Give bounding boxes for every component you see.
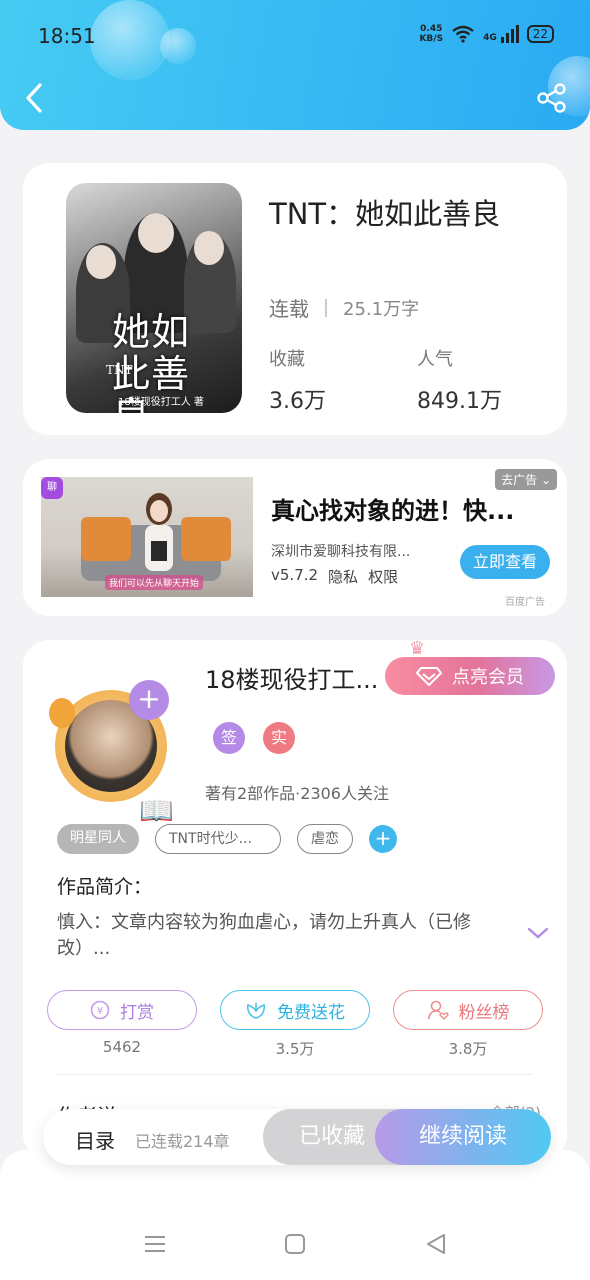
author-stats: 著有2部作品·2306人关注 bbox=[205, 784, 389, 803]
signal-icon: 4G bbox=[483, 25, 519, 43]
ad-permission-link[interactable]: 权限 bbox=[368, 566, 398, 587]
intro-text[interactable]: 慎入：文章内容较为狗血虐心，请勿上升真人（已修改）... bbox=[57, 910, 507, 962]
ad-company: 深圳市爱聊科技有限... bbox=[271, 544, 411, 560]
book-icon: 📖 bbox=[139, 794, 174, 827]
fans-rank-button[interactable]: 粉丝榜 bbox=[393, 990, 543, 1030]
status-time: 18:51 bbox=[38, 24, 96, 48]
net-speed: 0.45 KB/S bbox=[419, 24, 443, 44]
reward-label: 打赏 bbox=[120, 1002, 154, 1023]
favorites-value: 3.6万 bbox=[269, 389, 326, 414]
share-button[interactable] bbox=[536, 82, 568, 114]
ad-image-caption: 我们可以先从聊天开始 bbox=[105, 575, 204, 590]
decor-bubble bbox=[90, 0, 170, 80]
tag-item[interactable]: 明星同人 bbox=[57, 824, 139, 854]
continue-reading-button[interactable]: 继续阅读 bbox=[375, 1109, 551, 1165]
author-card: 📖 + 18楼现役打工... ♛ 点亮会员 签 实 著有2部作品·2306人关注… bbox=[23, 638, 567, 1160]
popularity-value: 849.1万 bbox=[417, 389, 502, 414]
svg-text:¥: ¥ bbox=[97, 1006, 103, 1017]
decor-bubble bbox=[160, 28, 196, 64]
author-badges: 签 实 bbox=[213, 722, 295, 754]
book-info-card: 她如此善良 TNT 18楼现役打工人 著 TNT：她如此善良 连载 25.1万字… bbox=[23, 163, 567, 435]
reward-action: ¥ 打赏 5462 bbox=[47, 990, 197, 1059]
ad-title[interactable]: 真心找对象的进！快... bbox=[271, 491, 514, 526]
book-tags: 明星同人 TNT时代少... 虐恋 + bbox=[57, 824, 397, 854]
divider bbox=[57, 1074, 533, 1075]
tag-item[interactable]: 虐恋 bbox=[297, 824, 353, 854]
add-tag-button[interactable]: + bbox=[369, 825, 397, 853]
home-icon[interactable] bbox=[283, 1232, 307, 1256]
ad-app-logo: 聊 bbox=[41, 477, 63, 499]
ad-cushion bbox=[181, 517, 231, 561]
network-type: 4G bbox=[483, 33, 497, 43]
reward-count: 5462 bbox=[102, 1038, 142, 1056]
cover-tnt: TNT bbox=[106, 363, 133, 377]
ad-meta: v5.7.2 隐私 权限 bbox=[271, 566, 398, 587]
cover-face bbox=[194, 231, 224, 265]
action-buttons: ¥ 打赏 5462 免费送花 3.5万 粉丝榜 3.8万 bbox=[47, 990, 543, 1059]
vip-label: 点亮会员 bbox=[452, 667, 524, 688]
popularity-label: 人气 bbox=[417, 349, 453, 370]
popularity-stat: 人气 849.1万 bbox=[417, 345, 502, 415]
flower-button[interactable]: 免费送花 bbox=[220, 990, 370, 1030]
author-name[interactable]: 18楼现役打工... bbox=[205, 660, 378, 695]
fans-count: 3.8万 bbox=[448, 1040, 488, 1058]
ad-version: v5.7.2 bbox=[271, 566, 319, 584]
net-speed-value: 0.45 bbox=[420, 24, 443, 34]
crown-icon: ♛ bbox=[409, 638, 426, 659]
flower-action: 免费送花 3.5万 bbox=[220, 990, 370, 1059]
battery-icon: 22 bbox=[526, 25, 554, 43]
wifi-icon bbox=[452, 25, 474, 43]
bottom-action-bar: 目录 已连载214章 已收藏 继续阅读 bbox=[43, 1109, 551, 1165]
toc-button[interactable]: 目录 bbox=[75, 1125, 115, 1154]
diamond-icon bbox=[416, 667, 442, 686]
remove-ad-label: 去广告 bbox=[501, 473, 538, 487]
ad-cta-button[interactable]: 立即查看 bbox=[460, 545, 550, 579]
chapter-count: 已连载214章 bbox=[135, 1132, 230, 1151]
ad-cushion bbox=[81, 517, 131, 561]
tag-item[interactable]: TNT时代少... bbox=[155, 824, 281, 854]
favorites-label: 收藏 bbox=[269, 349, 305, 370]
word-count: 25.1万字 bbox=[343, 298, 420, 320]
signed-badge: 签 bbox=[213, 722, 245, 754]
vip-button[interactable]: 点亮会员 bbox=[385, 657, 555, 695]
back-triangle-icon[interactable] bbox=[424, 1232, 448, 1256]
cover-face bbox=[138, 213, 174, 253]
favorites-stat: 收藏 3.6万 bbox=[269, 345, 326, 415]
ad-person bbox=[145, 493, 173, 571]
follow-plus-button[interactable]: + bbox=[129, 680, 169, 720]
book-cover[interactable]: 她如此善良 TNT 18楼现役打工人 著 bbox=[66, 183, 242, 413]
ad-privacy-link[interactable]: 隐私 bbox=[328, 566, 358, 587]
user-heart-icon bbox=[427, 1000, 449, 1020]
book-title: TNT：她如此善良 bbox=[269, 197, 501, 231]
ad-source: 百度广告 bbox=[505, 597, 545, 608]
net-speed-unit: KB/S bbox=[419, 34, 444, 44]
divider bbox=[325, 298, 327, 317]
verified-badge: 实 bbox=[263, 722, 295, 754]
header-bar: 18:51 0.45 KB/S 4G 22 bbox=[0, 0, 590, 130]
coin-icon: ¥ bbox=[90, 1000, 110, 1020]
system-nav-bar bbox=[0, 1150, 590, 1280]
flower-label: 免费送花 bbox=[277, 1002, 345, 1023]
book-status-line: 连载 25.1万字 bbox=[269, 293, 419, 322]
chevron-down-icon[interactable] bbox=[527, 926, 549, 940]
ad-image[interactable]: 我们可以先从聊天开始 聊 bbox=[41, 477, 253, 597]
ad-card[interactable]: 我们可以先从聊天开始 聊 去广告 ⌄ 真心找对象的进！快... 深圳市爱聊科技有… bbox=[23, 459, 567, 616]
status-icons: 0.45 KB/S 4G 22 bbox=[419, 24, 554, 44]
chevron-down-icon: ⌄ bbox=[540, 473, 551, 487]
balloon-icon bbox=[49, 698, 75, 728]
fans-action: 粉丝榜 3.8万 bbox=[393, 990, 543, 1059]
cover-author: 18楼现役打工人 著 bbox=[118, 397, 204, 408]
intro-label: 作品简介： bbox=[57, 876, 153, 898]
flower-count: 3.5万 bbox=[275, 1040, 315, 1058]
flower-icon bbox=[246, 1003, 266, 1019]
menu-icon[interactable] bbox=[143, 1232, 167, 1256]
back-button[interactable] bbox=[20, 80, 50, 116]
reward-button[interactable]: ¥ 打赏 bbox=[47, 990, 197, 1030]
cover-face bbox=[86, 245, 116, 279]
remove-ad-button[interactable]: 去广告 ⌄ bbox=[495, 469, 557, 490]
fans-label: 粉丝榜 bbox=[458, 1002, 510, 1023]
serial-status: 连载 bbox=[269, 297, 309, 321]
